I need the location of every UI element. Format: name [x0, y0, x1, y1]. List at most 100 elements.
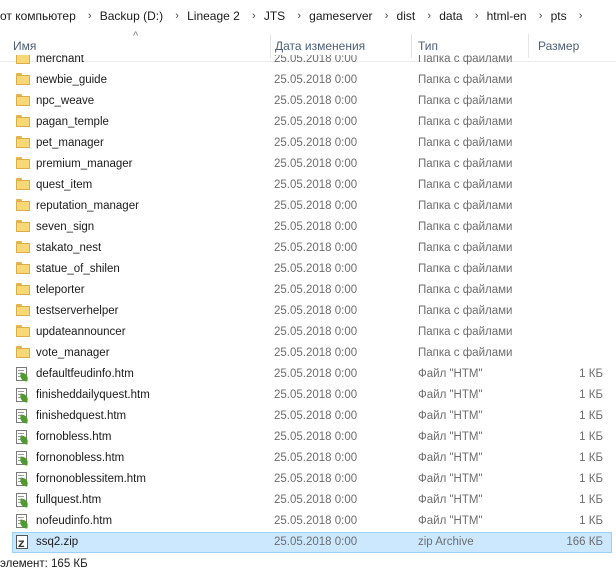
- file-row[interactable]: Zssq2.zip 25.05.2018 0:00 zip Archive 166 К…: [12, 532, 612, 553]
- status-selected-info: элемент: 165 КБ: [0, 558, 88, 570]
- chevron-right-icon[interactable]: ›: [249, 10, 259, 22]
- breadcrumb-item[interactable]: pts ›: [547, 0, 587, 31]
- folder-row[interactable]: newbie_guide 25.05.2018 0:00 Папка с файла…: [12, 70, 612, 91]
- file-row[interactable]: fornonoblessitem.htm 25.05.2018 0:00 Файл …: [12, 469, 612, 490]
- file-row[interactable]: fornobless.htm 25.05.2018 0:00 Файл "HTM" 1…: [12, 427, 612, 448]
- type-cell: Папка с файлами: [418, 242, 513, 254]
- name-cell: premium_manager: [13, 155, 263, 174]
- file-name: fullquest.htm: [36, 494, 102, 506]
- breadcrumb-item[interactable]: Backup (D:) ›: [96, 0, 183, 31]
- type-cell: Файл "HTM": [418, 473, 483, 485]
- breadcrumb-item[interactable]: data ›: [435, 0, 482, 31]
- type-cell: Папка с файлами: [418, 55, 513, 65]
- file-name: reputation_manager: [36, 200, 139, 212]
- folder-row[interactable]: merchant 25.05.2018 0:00 Папка с файлами: [12, 55, 612, 70]
- file-row[interactable]: nofeudinfo.htm 25.05.2018 0:00 Файл "HTM" 1…: [12, 511, 612, 532]
- breadcrumb-item[interactable]: JTS ›: [260, 0, 305, 31]
- breadcrumb-item[interactable]: html-en ›: [483, 0, 547, 31]
- folder-row[interactable]: teleporter 25.05.2018 0:00 Папка с файлами: [12, 280, 612, 301]
- file-name: fornonobless.htm: [36, 452, 125, 464]
- breadcrumb-label: от компьютер: [0, 8, 76, 23]
- file-name: vote_manager: [36, 347, 110, 359]
- name-cell: npc_weave: [13, 92, 263, 111]
- folder-row[interactable]: updateannouncer 25.05.2018 0:00 Папка с фа…: [12, 322, 612, 343]
- htm-file-icon: [16, 493, 31, 508]
- name-cell: pet_manager: [13, 134, 263, 153]
- file-row[interactable]: finishedquest.htm 25.05.2018 0:00 Файл "HT…: [12, 406, 612, 427]
- size-cell: 1 КБ: [579, 452, 603, 464]
- file-list: merchant 25.05.2018 0:00 Папка с файлами ne…: [0, 55, 616, 554]
- type-cell: Файл "HTM": [418, 515, 483, 527]
- breadcrumb-label: gameserver: [309, 8, 373, 23]
- chevron-right-icon[interactable]: ›: [536, 10, 546, 22]
- address-bar[interactable]: от компьютер › Backup (D:) › Lineage 2 › JTS › g…: [0, 0, 616, 32]
- file-name: stakato_nest: [36, 242, 102, 254]
- htm-file-icon: [16, 367, 31, 382]
- file-name: fornonoblessitem.htm: [36, 473, 146, 485]
- size-cell: 1 КБ: [579, 515, 603, 527]
- folder-icon: [16, 73, 31, 88]
- type-cell: Папка с файлами: [418, 347, 513, 359]
- date-modified-cell: 25.05.2018 0:00: [274, 200, 358, 212]
- breadcrumb-item[interactable]: gameserver ›: [305, 0, 392, 31]
- date-modified-cell: 25.05.2018 0:00: [274, 410, 358, 422]
- chevron-right-icon[interactable]: ›: [85, 10, 95, 22]
- breadcrumb-item[interactable]: Lineage 2 ›: [183, 0, 260, 31]
- folder-row[interactable]: reputation_manager 25.05.2018 0:00 Папка с…: [12, 196, 612, 217]
- size-cell: 1 КБ: [579, 389, 603, 401]
- folder-row[interactable]: pet_manager 25.05.2018 0:00 Папка с файлам…: [12, 133, 612, 154]
- chevron-right-icon[interactable]: ›: [172, 10, 182, 22]
- date-modified-cell: 25.05.2018 0:00: [274, 368, 358, 380]
- date-modified-cell: 25.05.2018 0:00: [274, 515, 358, 527]
- size-cell: 1 КБ: [579, 410, 603, 422]
- breadcrumb-label: pts: [550, 8, 567, 23]
- size-cell: 166 КБ: [566, 536, 603, 548]
- folder-icon: [16, 199, 31, 214]
- folder-row[interactable]: statue_of_shilen 25.05.2018 0:00 Папка с ф…: [12, 259, 612, 280]
- chevron-right-icon[interactable]: ›: [294, 10, 304, 22]
- file-name: updateannouncer: [36, 326, 126, 338]
- date-modified-cell: 25.05.2018 0:00: [274, 452, 358, 464]
- chevron-right-icon[interactable]: ›: [382, 10, 392, 22]
- chevron-right-icon[interactable]: ›: [424, 10, 434, 22]
- folder-row[interactable]: npc_weave 25.05.2018 0:00 Папка с файлами: [12, 91, 612, 112]
- chevron-right-icon[interactable]: ›: [576, 10, 586, 22]
- file-row[interactable]: finisheddailyquest.htm 25.05.2018 0:00 Фай…: [12, 385, 612, 406]
- folder-row[interactable]: pagan_temple 25.05.2018 0:00 Папка с файла…: [12, 112, 612, 133]
- column-header-type-label: Тип: [418, 39, 439, 53]
- folder-row[interactable]: vote_manager 25.05.2018 0:00 Папка с файла…: [12, 343, 612, 364]
- date-modified-cell: 25.05.2018 0:00: [274, 55, 358, 65]
- file-row[interactable]: defaultfeudinfo.htm 25.05.2018 0:00 Файл "…: [12, 364, 612, 385]
- breadcrumb-item[interactable]: dist ›: [393, 0, 436, 31]
- folder-icon: [16, 346, 31, 361]
- name-cell: teleporter: [13, 281, 263, 300]
- file-row[interactable]: fornonobless.htm 25.05.2018 0:00 Файл "HTM…: [12, 448, 612, 469]
- name-cell: stakato_nest: [13, 239, 263, 258]
- folder-row[interactable]: seven_sign 25.05.2018 0:00 Папка с файлами: [12, 217, 612, 238]
- date-modified-cell: 25.05.2018 0:00: [274, 305, 358, 317]
- size-cell: 1 КБ: [579, 368, 603, 380]
- type-cell: zip Archive: [418, 536, 474, 548]
- name-cell: fornonobless.htm: [13, 449, 263, 468]
- folder-icon: [16, 94, 31, 109]
- breadcrumb-label: Lineage 2: [187, 8, 240, 23]
- folder-icon: [16, 325, 31, 340]
- file-name: fornobless.htm: [36, 431, 112, 443]
- breadcrumb-item[interactable]: от компьютер ›: [0, 0, 96, 31]
- name-cell: fullquest.htm: [13, 491, 263, 510]
- folder-row[interactable]: premium_manager 25.05.2018 0:00 Папка с фа…: [12, 154, 612, 175]
- type-cell: Папка с файлами: [418, 179, 513, 191]
- status-bar: элемент: 165 КБ: [0, 554, 616, 574]
- folder-row[interactable]: testserverhelper 25.05.2018 0:00 Папка с ф…: [12, 301, 612, 322]
- type-cell: Файл "HTM": [418, 368, 483, 380]
- folder-row[interactable]: quest_item 25.05.2018 0:00 Папка с файлами: [12, 175, 612, 196]
- date-modified-cell: 25.05.2018 0:00: [274, 389, 358, 401]
- folder-icon: [16, 136, 31, 151]
- type-cell: Папка с файлами: [418, 74, 513, 86]
- chevron-right-icon[interactable]: ›: [472, 10, 482, 22]
- file-row[interactable]: fullquest.htm 25.05.2018 0:00 Файл "HTM" 1 …: [12, 490, 612, 511]
- folder-row[interactable]: stakato_nest 25.05.2018 0:00 Папка с файла…: [12, 238, 612, 259]
- breadcrumb-label: data: [439, 8, 463, 23]
- name-cell: Zssq2.zip: [13, 533, 263, 552]
- type-cell: Папка с файлами: [418, 284, 513, 296]
